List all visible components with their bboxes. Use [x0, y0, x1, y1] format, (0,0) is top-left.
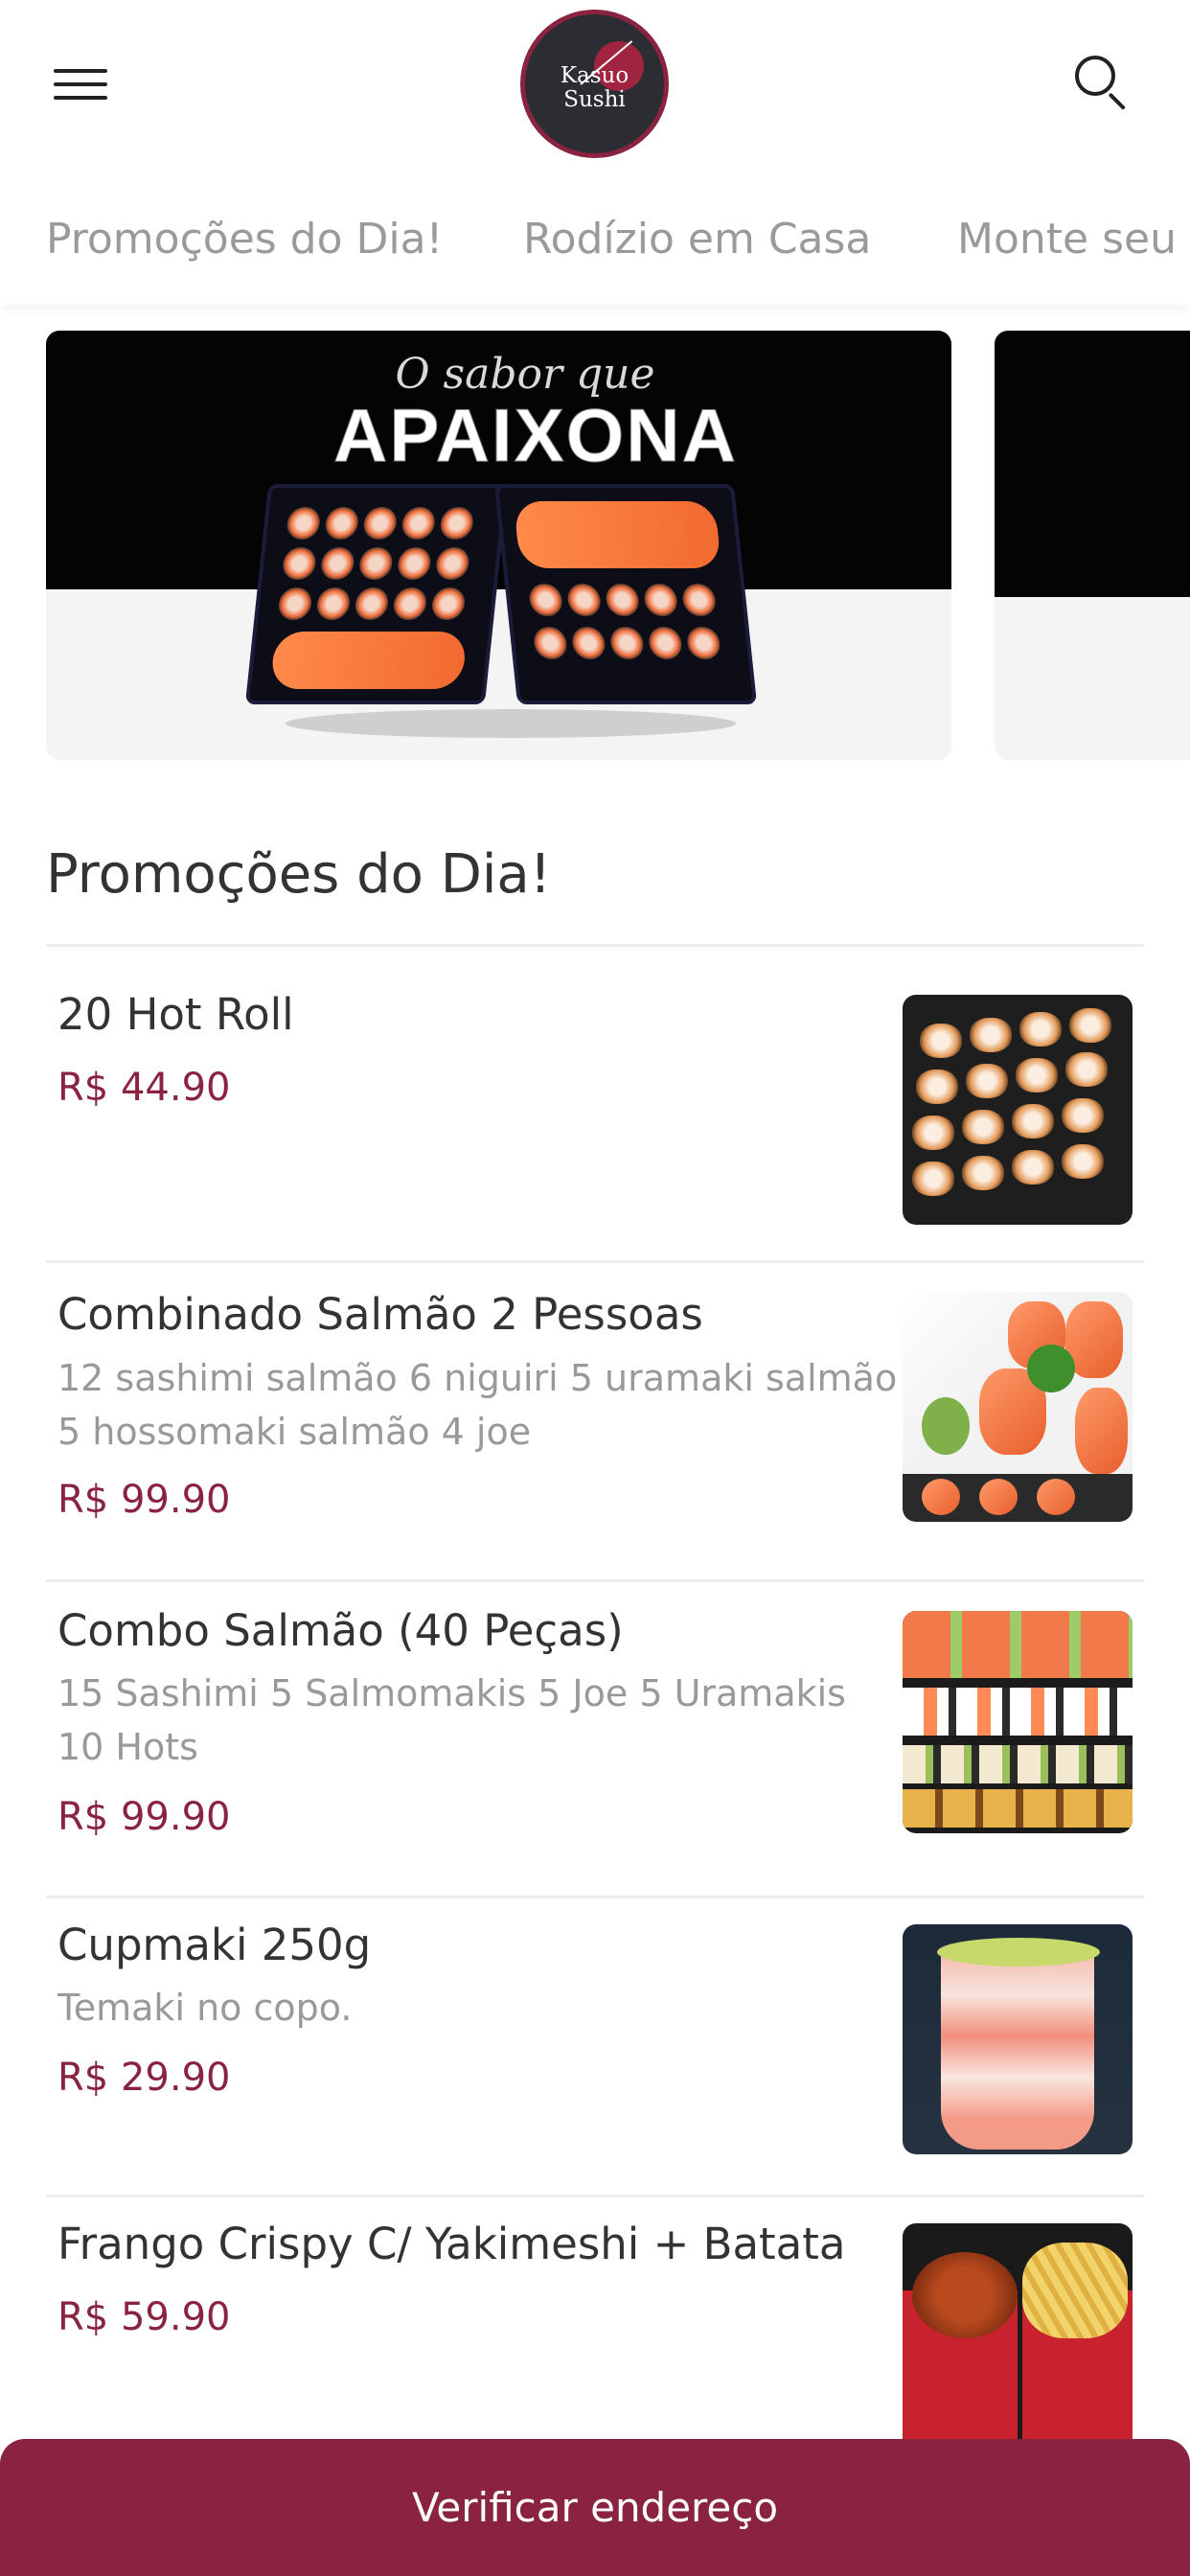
banner-tagline-bold: APAIXONA [333, 393, 738, 478]
section-divider [46, 944, 1144, 947]
menu-item[interactable]: 20 Hot Roll R$ 44.90 [46, 949, 1144, 1260]
logo-text-line1: Kasuo [560, 63, 629, 88]
promo-banner[interactable]: O sabor que APAIXONA [46, 331, 951, 760]
tab-rodizio[interactable]: Rodízio em Casa [523, 206, 871, 273]
menu-item-price: R$ 59.90 [57, 2295, 231, 2339]
logo-text-line2: Sushi [563, 87, 626, 112]
tab-monte-seu[interactable]: Monte seu C [957, 206, 1190, 273]
menu-item-price: R$ 99.90 [57, 1478, 231, 1522]
menu-item[interactable]: Combinado Salmão 2 Pessoas 12 sashimi sa… [46, 1265, 1144, 1576]
hamburger-menu-icon[interactable] [54, 65, 107, 104]
menu-item[interactable]: Combo Salmão (40 Peças) 15 Sashimi 5 Sal… [46, 1584, 1144, 1896]
item-divider [46, 2195, 1144, 2197]
menu-item-description: Temaki no copo. [57, 1987, 353, 2029]
menu-item-name: Cupmaki 250g [57, 1920, 372, 1970]
menu-item[interactable]: Cupmaki 250g Temaki no copo. R$ 29.90 [46, 1900, 1144, 2188]
verify-address-button[interactable]: Verificar endereço [0, 2439, 1190, 2576]
category-tabs: Promoções do Dia! Rodízio em Casa Monte … [0, 206, 1190, 273]
menu-item-price: R$ 44.90 [57, 1066, 231, 1110]
menu-item-price: R$ 29.90 [57, 2056, 231, 2100]
sushi-tray-image-2 [493, 484, 758, 704]
menu-item-image [903, 1611, 1133, 1833]
menu-item-image [903, 1924, 1133, 2154]
menu-item-name: Combinado Salmão 2 Pessoas [57, 1289, 703, 1340]
section-title: Promoções do Dia! [46, 843, 552, 906]
menu-item-image [903, 995, 1133, 1225]
menu-item-image [903, 1292, 1133, 1522]
promo-banner-next[interactable] [995, 331, 1190, 760]
item-divider [46, 1579, 1144, 1582]
item-divider [46, 1260, 1144, 1263]
brand-logo[interactable]: Kasuo Sushi [520, 10, 669, 158]
menu-item-image [903, 2223, 1133, 2453]
item-divider [46, 1896, 1144, 1898]
tab-promocoes[interactable]: Promoções do Dia! [46, 206, 443, 273]
menu-item-name: 20 Hot Roll [57, 989, 294, 1040]
app-header: Kasuo Sushi Promoções do Dia! Rodízio em… [0, 0, 1190, 305]
sushi-tray-image [244, 484, 509, 704]
menu-item-name: Combo Salmão (40 Peças) [57, 1605, 624, 1656]
menu-item-name: Frango Crispy C/ Yakimeshi + Batata [57, 2219, 846, 2269]
menu-item-price: R$ 99.90 [57, 1795, 231, 1839]
menu-item-description: 15 Sashimi 5 Salmomakis 5 Joe 5 Uramakis… [57, 1672, 846, 1768]
menu-item[interactable]: Frango Crispy C/ Yakimeshi + Batata R$ 5… [46, 2199, 1144, 2453]
search-icon[interactable] [1073, 54, 1131, 111]
menu-item-description: 12 sashimi salmão 6 niguiri 5 uramaki sa… [57, 1357, 898, 1453]
